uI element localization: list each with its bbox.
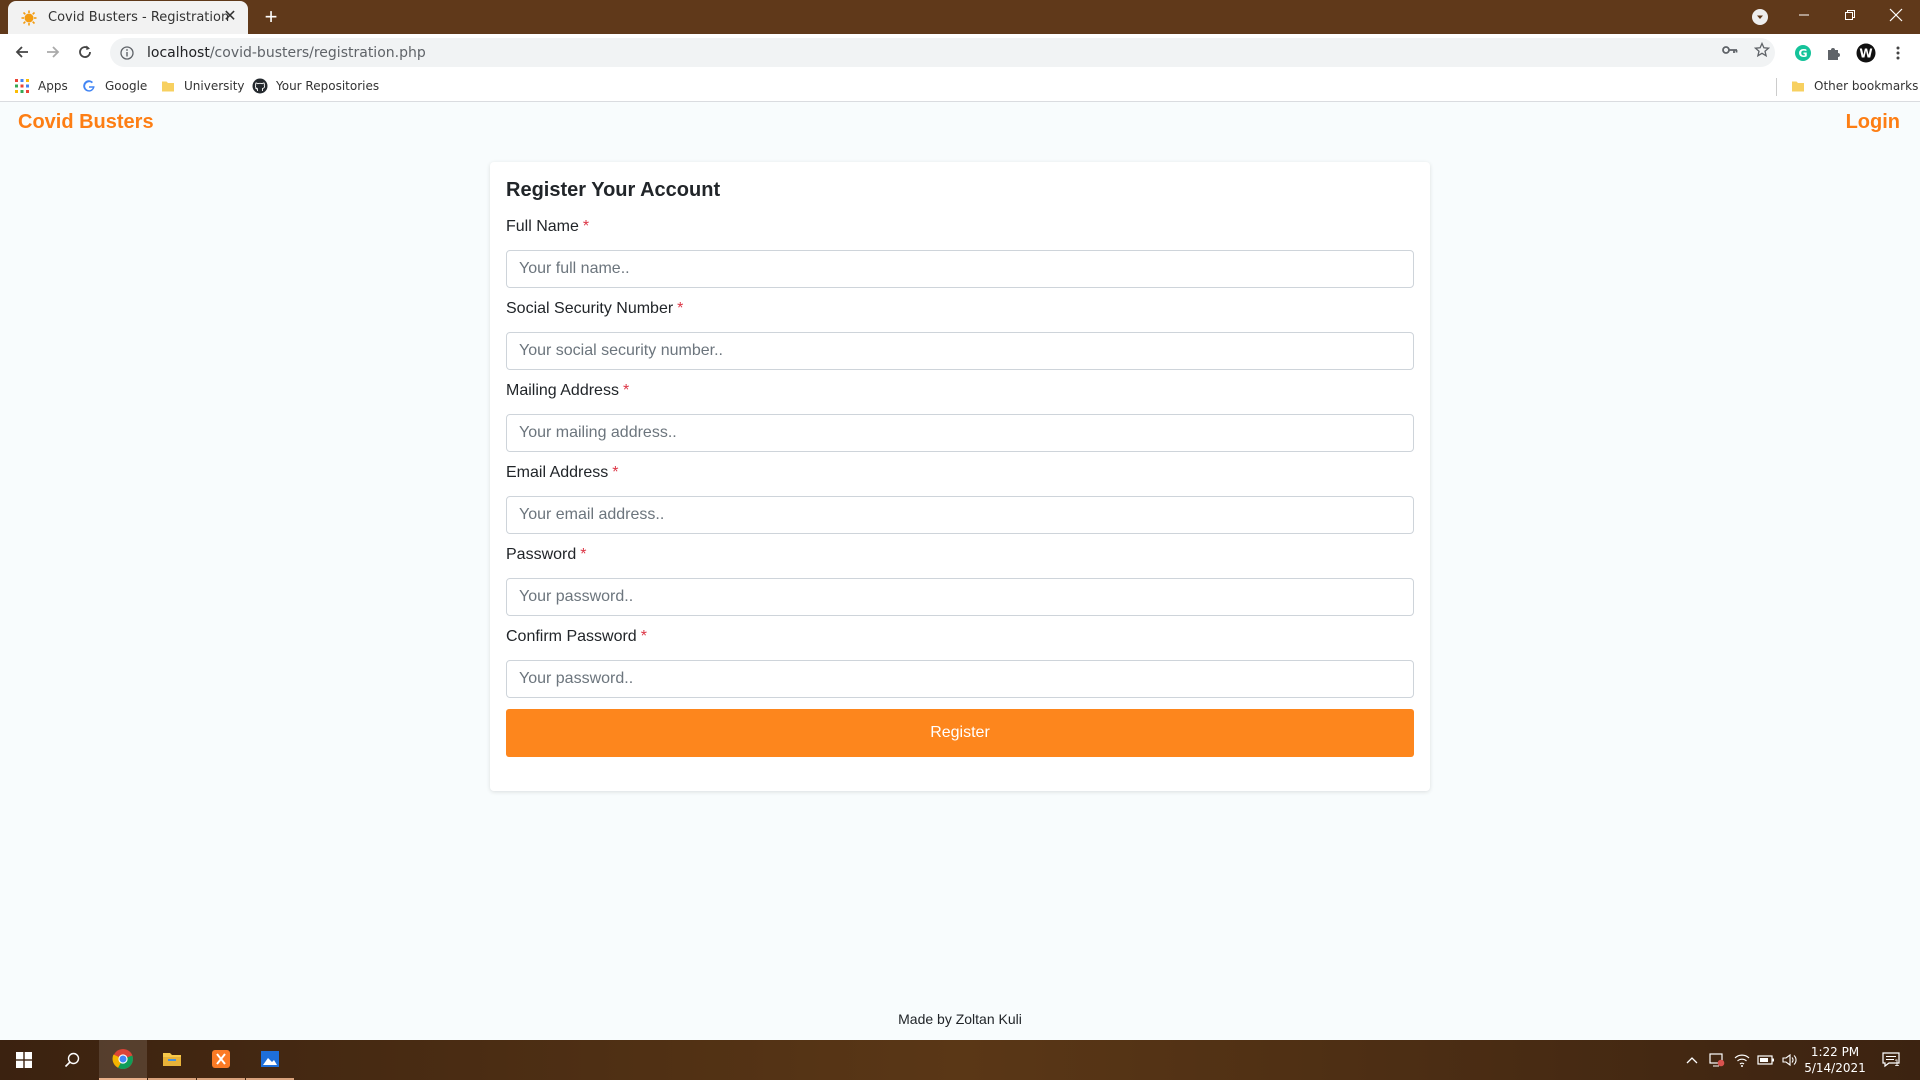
url-host: localhost xyxy=(147,44,210,61)
system-clock[interactable]: 1:22 PM 5/14/2021 xyxy=(1800,1044,1870,1076)
bookmark-university[interactable]: University xyxy=(160,76,245,96)
forward-icon[interactable] xyxy=(40,39,66,65)
svg-text:G: G xyxy=(1798,47,1807,60)
label-text: Social Security Number xyxy=(506,300,674,317)
bookmark-star-icon[interactable] xyxy=(1753,41,1771,59)
chrome-taskbar-icon[interactable] xyxy=(99,1040,147,1080)
key-icon[interactable] xyxy=(1721,41,1739,59)
confirm-password-input[interactable] xyxy=(506,660,1414,698)
folder-icon xyxy=(160,78,176,94)
chevron-up-icon[interactable] xyxy=(1683,1052,1701,1068)
bookmark-other-bookmarks[interactable]: Other bookmarks xyxy=(1790,76,1918,96)
mailing-address-label: Mailing Address * xyxy=(506,382,629,400)
full-name-label: Full Name * xyxy=(506,218,589,236)
bookmark-label: Other bookmarks xyxy=(1814,79,1919,93)
ssn-label: Social Security Number * xyxy=(506,300,683,318)
ssn-input[interactable] xyxy=(506,332,1414,370)
required-marker: * xyxy=(640,628,647,645)
bookmark-label: Your Repositories xyxy=(276,79,380,93)
bookmark-label: University xyxy=(184,79,245,93)
required-marker: * xyxy=(612,464,619,481)
photos-app-icon[interactable] xyxy=(246,1040,294,1080)
close-window-icon[interactable] xyxy=(1874,0,1918,30)
restore-icon[interactable] xyxy=(1828,0,1872,30)
reload-icon[interactable] xyxy=(72,39,98,65)
required-marker: * xyxy=(580,546,587,563)
bookmark-label: Apps xyxy=(38,79,68,93)
login-link[interactable]: Login xyxy=(1846,111,1900,134)
grammarly-extension-icon[interactable]: G xyxy=(1793,43,1813,63)
confirm-password-label: Confirm Password * xyxy=(506,628,647,646)
label-text: Mailing Address xyxy=(506,382,619,399)
tab-title: Covid Busters - Registration xyxy=(48,10,230,25)
battery-icon[interactable] xyxy=(1757,1052,1775,1068)
search-icon[interactable] xyxy=(48,1040,96,1080)
virus-favicon-icon xyxy=(20,9,38,27)
password-input[interactable] xyxy=(506,578,1414,616)
apps-grid-icon xyxy=(14,78,30,94)
wifi-icon[interactable] xyxy=(1733,1052,1751,1068)
required-marker: * xyxy=(622,382,630,399)
security-center-icon[interactable] xyxy=(1708,1052,1726,1068)
bookmark-label: Google xyxy=(105,79,148,93)
github-icon xyxy=(252,78,268,94)
label-text: Confirm Password xyxy=(506,628,637,645)
required-marker: * xyxy=(582,218,590,235)
card-title: Register Your Account xyxy=(506,179,721,201)
browser-tab[interactable]: Covid Busters - Registration ✕ xyxy=(8,1,248,34)
windows-taskbar: 1:22 PM 5/14/2021 1 xyxy=(0,1040,1920,1080)
google-icon xyxy=(81,78,97,94)
file-explorer-icon[interactable] xyxy=(148,1040,196,1080)
chrome-menu-icon[interactable] xyxy=(1888,43,1908,63)
url-path: /covid-busters/registration.php xyxy=(209,44,426,61)
page-viewport: Covid Busters Login Register Your Accoun… xyxy=(0,103,1920,1039)
extensions-puzzle-icon[interactable] xyxy=(1824,43,1844,63)
bookmarks-divider xyxy=(1776,78,1777,96)
svg-text:W: W xyxy=(1859,47,1872,61)
tab-close-icon[interactable]: ✕ xyxy=(222,9,238,25)
notifications-icon[interactable]: 1 xyxy=(1880,1052,1904,1069)
notification-count: 1 xyxy=(1894,1059,1900,1069)
chrome-menu-down-icon[interactable] xyxy=(1752,9,1768,25)
bookmark-google[interactable]: Google xyxy=(81,76,147,96)
xampp-icon[interactable] xyxy=(197,1040,245,1080)
footer-credit: Made by Zoltan Kuli xyxy=(898,1011,1022,1027)
email-address-label: Email Address * xyxy=(506,464,619,482)
new-tab-button[interactable]: + xyxy=(258,4,284,30)
registration-card: Register Your Account Full Name* Social … xyxy=(490,162,1430,791)
folder-icon xyxy=(1790,78,1806,94)
mailing-address-input[interactable] xyxy=(506,414,1414,452)
label-text: Email Address xyxy=(506,464,609,481)
required-marker: * xyxy=(677,300,684,317)
profile-avatar-icon[interactable]: W xyxy=(1856,43,1876,63)
back-icon[interactable] xyxy=(9,39,35,65)
clock-date: 5/14/2021 xyxy=(1804,1061,1866,1075)
bookmarks-bar: Apps Google University Your Repositories… xyxy=(0,70,1920,102)
register-button[interactable]: Register xyxy=(506,709,1414,757)
email-input[interactable] xyxy=(506,496,1414,534)
volume-icon[interactable] xyxy=(1781,1052,1799,1068)
full-name-input[interactable] xyxy=(506,250,1414,288)
bookmark-your-repositories[interactable]: Your Repositories xyxy=(252,76,379,96)
minimize-icon[interactable] xyxy=(1782,0,1826,30)
password-label: Password * xyxy=(506,546,586,564)
clock-time: 1:22 PM xyxy=(1810,1045,1860,1059)
browser-titlebar: Covid Busters - Registration ✕ + xyxy=(0,0,1920,34)
windows-start-icon[interactable] xyxy=(0,1040,48,1080)
url-text: localhost/covid-busters/registration.php xyxy=(147,45,426,61)
label-text: Password xyxy=(506,546,577,563)
browser-toolbar: localhost/covid-busters/registration.php xyxy=(0,34,1920,70)
brand-link[interactable]: Covid Busters xyxy=(18,111,154,134)
address-bar[interactable]: localhost/covid-busters/registration.php xyxy=(110,38,1775,67)
bookmark-apps[interactable]: Apps xyxy=(14,76,68,96)
site-info-icon[interactable] xyxy=(119,45,135,61)
label-text: Full Name xyxy=(506,218,579,235)
